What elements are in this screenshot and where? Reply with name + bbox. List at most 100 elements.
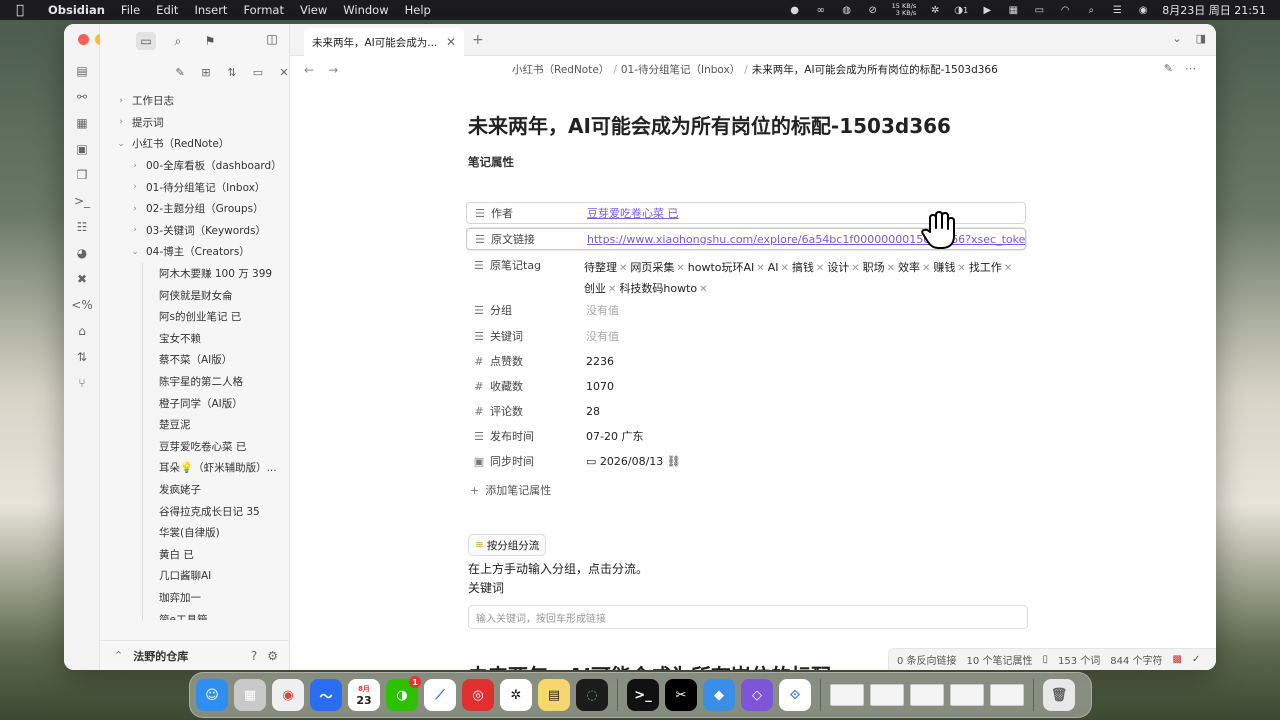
tag-remove-icon[interactable]: ✕ bbox=[851, 263, 859, 274]
creator-note-item[interactable]: 简e工具箱 bbox=[142, 608, 290, 620]
chain-link-icon[interactable]: ⛓ bbox=[663, 455, 681, 468]
note-heading-2[interactable]: 未来两年，AI可能会成为所有岗位的标配 bbox=[468, 660, 831, 670]
git-icon[interactable]: ⑂ bbox=[73, 374, 91, 391]
docker-icon[interactable]: ◆ bbox=[703, 679, 735, 711]
menu-help[interactable]: Help bbox=[397, 3, 439, 17]
help-icon[interactable]: ? bbox=[251, 649, 257, 663]
property-comments[interactable]: # 评论数 28 bbox=[466, 400, 1026, 422]
flow-by-group-button[interactable]: ≋ 按分组分流 bbox=[468, 534, 547, 556]
creator-note-item[interactable]: 阿侠就是财女侖 bbox=[142, 284, 290, 306]
breadcrumb-item[interactable]: 小红书（RedNote） bbox=[512, 64, 609, 76]
edit-pencil-icon[interactable]: ✎ bbox=[1164, 62, 1173, 75]
canvas-icon[interactable]: ▦ bbox=[73, 114, 91, 131]
checkmark-icon[interactable]: ✓ bbox=[1192, 654, 1200, 665]
tag-remove-icon[interactable]: ✕ bbox=[699, 284, 707, 295]
remote-app-icon[interactable]: ⟐ bbox=[779, 679, 811, 711]
menu-clock[interactable]: 8月23日 周日 21:51 bbox=[1162, 2, 1266, 18]
property-value[interactable]: 28 bbox=[586, 405, 1026, 418]
minimized-window[interactable] bbox=[950, 684, 984, 706]
tab-active-note[interactable]: 未来两年，AI可能会成为... ✕ bbox=[304, 28, 464, 56]
tag-pill[interactable]: 设计 ✕ bbox=[827, 258, 859, 279]
property-likes[interactable]: # 点赞数 2236 bbox=[466, 350, 1026, 372]
tag-pill[interactable]: 科技数码howto ✕ bbox=[619, 279, 707, 300]
launchpad-icon[interactable]: ▦ bbox=[234, 679, 266, 711]
finder-icon[interactable]: ☺ bbox=[196, 679, 228, 711]
right-sidebar-toggle-icon[interactable]: ◨ bbox=[1196, 32, 1206, 45]
tag-pill[interactable]: 创业 ✕ bbox=[584, 279, 616, 300]
status-app-icon[interactable]: ● bbox=[788, 4, 802, 16]
property-value-link[interactable]: https://www.xiaohongshu.com/explore/6a54… bbox=[587, 233, 1025, 246]
property-favorites[interactable]: # 收藏数 1070 bbox=[466, 375, 1026, 397]
property-value[interactable]: 1070 bbox=[586, 380, 1026, 393]
new-folder-icon[interactable]: ⊞ bbox=[198, 64, 214, 80]
creator-note-item[interactable]: 阿s的创业笔记 已 bbox=[142, 305, 290, 328]
tag-remove-icon[interactable]: ✕ bbox=[780, 263, 788, 274]
folder-item[interactable]: › 00-全库看板（dashboard） bbox=[100, 155, 290, 177]
properties-heading[interactable]: 笔记属性 bbox=[468, 154, 514, 170]
chevron-right-icon[interactable]: › bbox=[114, 117, 128, 127]
creator-note-item[interactable]: 陈宇星的第二人格 bbox=[142, 370, 290, 393]
creator-note-item[interactable]: 豆芽爱吃卷心菜 已 bbox=[142, 435, 290, 458]
chevron-down-icon[interactable]: ⌄ bbox=[114, 139, 128, 149]
freeform-icon[interactable]: 〜 bbox=[310, 679, 342, 711]
chevron-down-icon[interactable]: ⌄ bbox=[128, 247, 142, 257]
property-value-link[interactable]: 豆芽爱吃卷心菜 已 bbox=[587, 205, 1025, 221]
creator-note-item[interactable]: 珈弈加一 bbox=[142, 586, 290, 609]
tag-remove-icon[interactable]: ✕ bbox=[816, 263, 824, 274]
property-value[interactable]: 没有值 bbox=[586, 302, 1026, 318]
folder-item[interactable]: › 03-关键词（Keywords） bbox=[100, 220, 290, 242]
openai-icon[interactable]: ✲ bbox=[928, 4, 942, 16]
menu-insert[interactable]: Insert bbox=[186, 3, 235, 17]
creator-note-item[interactable]: 黄白 已 bbox=[142, 543, 290, 566]
obsidian-app-icon[interactable]: ◇ bbox=[741, 679, 773, 711]
home-icon[interactable]: ⌂ bbox=[73, 322, 91, 339]
menu-file[interactable]: File bbox=[113, 3, 148, 17]
chevron-right-icon[interactable]: › bbox=[114, 96, 128, 106]
settings-gear-icon[interactable]: ⚙ bbox=[267, 649, 278, 663]
recorder-icon[interactable]: ◌ bbox=[576, 679, 608, 711]
new-note-icon[interactable]: ✎ bbox=[172, 64, 188, 80]
tab-close-icon[interactable]: ✕ bbox=[446, 35, 456, 49]
tag-remove-icon[interactable]: ✕ bbox=[619, 263, 627, 274]
sort-icon[interactable]: ⇅ bbox=[73, 348, 91, 365]
tag-remove-icon[interactable]: ✕ bbox=[676, 263, 684, 274]
tag-remove-icon[interactable]: ✕ bbox=[756, 263, 764, 274]
creator-note-item[interactable]: 橙子同学（AI版） bbox=[142, 392, 290, 414]
notes-icon[interactable]: ▤ bbox=[538, 679, 570, 711]
calendar-icon[interactable]: ▣ bbox=[73, 140, 91, 157]
search-tab-icon[interactable]: ⌕ bbox=[168, 32, 188, 50]
sync-status-icon[interactable]: ▩ bbox=[1173, 654, 1182, 665]
terminal-app-icon[interactable]: >_ bbox=[627, 679, 659, 711]
chevron-right-icon[interactable]: › bbox=[128, 182, 142, 192]
voice-icon[interactable]: ◍ bbox=[840, 4, 854, 16]
tab-list-chevron-icon[interactable]: ⌄ bbox=[1172, 32, 1181, 45]
creator-note-item[interactable]: 谷得拉克成长日记 35 bbox=[142, 500, 290, 522]
menu-window[interactable]: Window bbox=[335, 3, 396, 17]
play-icon[interactable]: ▶ bbox=[980, 4, 994, 16]
property-value[interactable]: 2236 bbox=[586, 355, 1026, 368]
trash-icon[interactable]: 🗑 bbox=[1043, 679, 1075, 711]
tag-pill[interactable]: 网页采集 ✕ bbox=[630, 258, 684, 279]
siri-icon[interactable]: ◉ bbox=[1136, 4, 1150, 16]
creator-note-item[interactable]: 阿木木要赚 100 万 399 bbox=[142, 262, 290, 285]
link-icon[interactable]: ∞ bbox=[814, 4, 828, 16]
tag-pill[interactable]: 找工作 ✕ bbox=[969, 258, 1012, 279]
creator-note-item[interactable]: 楚豆泥 bbox=[142, 413, 290, 436]
new-tab-icon[interactable]: + bbox=[472, 32, 484, 48]
plugin-icon[interactable]: ◕ bbox=[73, 244, 91, 261]
menu-app-name[interactable]: Obsidian bbox=[40, 3, 113, 17]
minimized-window[interactable] bbox=[910, 684, 944, 706]
open-quick-switcher-icon[interactable]: ▤ bbox=[73, 62, 91, 79]
compass-icon[interactable]: ⊘ bbox=[866, 4, 880, 16]
keywords-input[interactable]: 输入关键词，按回车形成链接 bbox=[468, 605, 1028, 629]
creator-note-item[interactable]: 几口酱聊AI bbox=[142, 565, 290, 587]
property-group[interactable]: ☰ 分组 没有值 bbox=[466, 299, 1026, 321]
tag-pill[interactable]: 搞钱 ✕ bbox=[792, 258, 824, 279]
minimized-window[interactable] bbox=[830, 684, 864, 706]
forward-arrow-icon[interactable]: → bbox=[328, 63, 338, 77]
chevron-right-icon[interactable]: › bbox=[128, 225, 142, 235]
vault-switcher[interactable]: ⌃ 法野的仓库 ? ⚙ bbox=[100, 640, 290, 670]
menu-format[interactable]: Format bbox=[235, 3, 292, 17]
creator-note-item[interactable]: 蔡不菜（AI版） bbox=[142, 349, 290, 371]
add-property-button[interactable]: + 添加笔记属性 bbox=[470, 482, 551, 498]
